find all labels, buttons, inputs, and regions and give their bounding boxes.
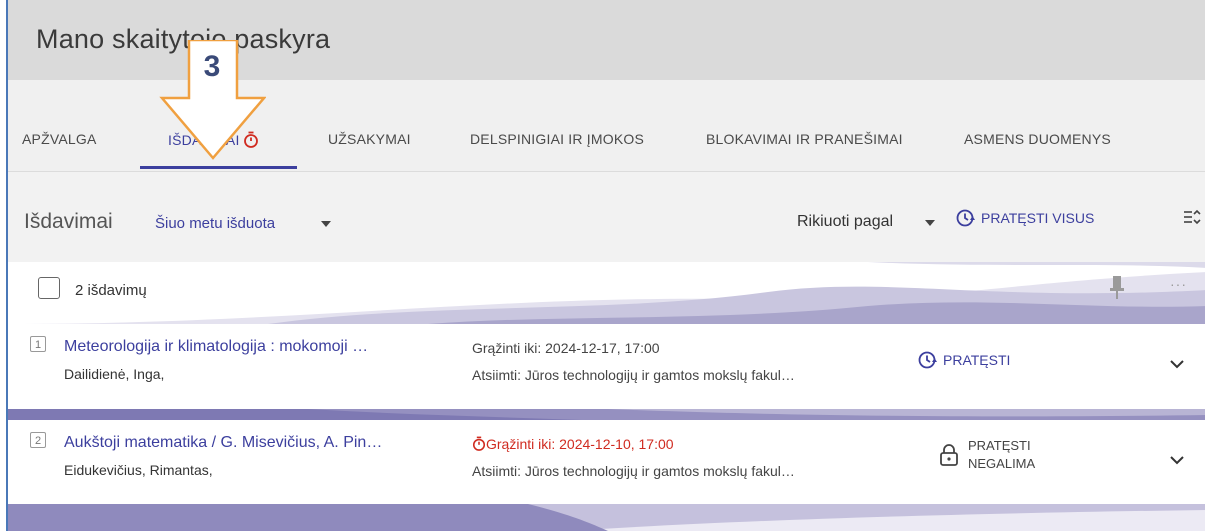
renew-label: PRATĘSTI xyxy=(943,352,1011,368)
select-all-checkbox[interactable] xyxy=(38,277,60,299)
item-pickup-location: Atsiimti: Jūros technologijų ir gamtos m… xyxy=(472,367,795,383)
item-due-date-overdue: Grąžinti iki: 2024-12-10, 17:00 xyxy=(472,436,674,452)
renew-all-button[interactable]: PRATĘSTI VISUS xyxy=(955,206,1094,230)
account-page: Mano skaitytojo paskyra APŽVALGA IŠDAVIM… xyxy=(6,0,1205,531)
renew-all-label: PRATĘSTI VISUS xyxy=(981,210,1095,226)
tab-requests[interactable]: UŽSAKYMAI xyxy=(328,131,411,147)
sort-label: Rikiuoti pagal xyxy=(797,213,894,230)
loans-toolbar: Išdavimai Šiuo metu išduota Rikiuoti pag… xyxy=(8,172,1205,262)
item-due-date: Grąžinti iki: 2024-12-17, 17:00 xyxy=(472,340,660,356)
renew-unavailable-label: PRATĘSTI NEGALIMA xyxy=(968,437,1035,473)
item-title-link[interactable]: Meteorologija ir klimatologija : mokomoj… xyxy=(64,338,368,356)
renew-clock-icon xyxy=(918,351,937,369)
loan-filter-label: Šiuo metu išduota xyxy=(155,215,276,232)
tab-blocks[interactable]: BLOKAVIMAI IR PRANEŠIMAI xyxy=(706,131,903,147)
sort-dropdown[interactable]: Rikiuoti pagal xyxy=(797,213,893,231)
item-title-link[interactable]: Aukštoji matematika / G. Misevičius, A. … xyxy=(64,434,382,452)
list-item: 1 Meteorologija ir klimatologija : mokom… xyxy=(8,324,1205,408)
loans-list: 2 išdavimų ··· 1 Meteorologija ir klimat… xyxy=(8,262,1205,531)
filter-caret-icon[interactable] xyxy=(321,221,331,227)
callout-number: 3 xyxy=(203,50,221,83)
loan-count: 2 išdavimų xyxy=(75,282,147,299)
tab-personal-details[interactable]: ASMENS DUOMENYS xyxy=(964,131,1111,147)
item-author: Eidukevičius, Rimantas, xyxy=(64,462,213,478)
item-index: 1 xyxy=(30,336,46,352)
item-pickup-location: Atsiimti: Jūros technologijų ir gamtos m… xyxy=(472,463,795,479)
item-author: Dailidienė, Inga, xyxy=(64,366,165,382)
section-title: Išdavimai xyxy=(24,210,113,233)
tab-fines[interactable]: DELSPINIGIAI IR ĮMOKOS xyxy=(470,131,644,147)
stopwatch-icon xyxy=(472,436,486,451)
sort-caret-icon[interactable] xyxy=(925,220,935,226)
list-header-banner xyxy=(8,262,1205,324)
renew-unavailable-line2: NEGALIMA xyxy=(968,456,1036,471)
pin-icon[interactable] xyxy=(1110,276,1124,305)
chevron-down-icon[interactable] xyxy=(1169,356,1185,374)
active-tab-indicator xyxy=(140,166,297,169)
item-divider xyxy=(8,504,1205,531)
item-index: 2 xyxy=(30,432,46,448)
chevron-down-icon[interactable] xyxy=(1169,452,1185,470)
lock-icon xyxy=(940,444,958,466)
list-item: 2 Aukštoji matematika / G. Misevičius, A… xyxy=(8,420,1205,504)
loan-filter-dropdown[interactable]: Šiuo metu išduota xyxy=(155,215,275,232)
item-divider xyxy=(8,408,1205,420)
more-options-icon[interactable]: ··· xyxy=(1170,276,1187,292)
due-date-text: Grąžinti iki: 2024-12-10, 17:00 xyxy=(486,436,674,452)
renew-clock-icon xyxy=(956,209,975,227)
sort-order-icon[interactable] xyxy=(1183,208,1201,231)
renew-button[interactable]: PRATĘSTI xyxy=(917,350,1010,370)
renew-unavailable: PRATĘSTI NEGALIMA xyxy=(940,437,1035,473)
renew-unavailable-line1: PRATĘSTI xyxy=(968,438,1031,453)
tab-overview[interactable]: APŽVALGA xyxy=(22,131,96,147)
